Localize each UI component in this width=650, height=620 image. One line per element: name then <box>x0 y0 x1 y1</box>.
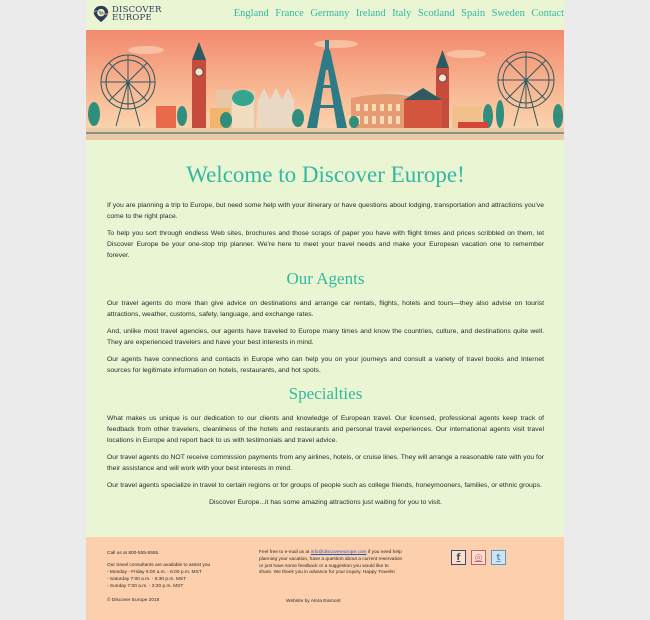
specialties-paragraph-2: Our travel agents do NOT receive commiss… <box>107 454 544 472</box>
main-nav: England France Germany Ireland Italy Sco… <box>227 8 564 19</box>
specialties-paragraph-3: Our travel agents specialize in travel t… <box>107 482 542 489</box>
agents-paragraph-2: And, unlike most travel agencies, our ag… <box>107 328 544 346</box>
copyright: © Discover Europe 2018 <box>107 598 160 603</box>
page: DISCOVER EUROPE England France Germany I… <box>86 0 564 620</box>
closing-line: Discover Europe...it has some amazing at… <box>209 499 442 506</box>
site-header: DISCOVER EUROPE England France Germany I… <box>86 0 564 30</box>
nav-link-contact[interactable]: Contact <box>531 8 564 19</box>
email-link[interactable]: info@discovereurope.com <box>311 550 367 555</box>
page-title: Welcome to Discover Europe! <box>186 162 465 187</box>
agents-heading: Our Agents <box>286 269 365 288</box>
hero-banner-image <box>86 30 564 140</box>
website-credit: Website by Alora Eismont <box>286 599 341 604</box>
nav-link-scotland[interactable]: Scotland <box>418 8 455 19</box>
hours-weekday: - Monday - Friday 6:00 a.m. - 6:00 p.m. … <box>107 570 202 575</box>
logo-text: DISCOVER EUROPE <box>112 6 162 23</box>
main-content: Welcome to Discover Europe! If you are p… <box>86 162 564 508</box>
intro-paragraph-2: To help you sort through endless Web sit… <box>107 230 544 259</box>
nav-link-germany[interactable]: Germany <box>310 8 349 19</box>
hours-title: Our travel consultants are available to … <box>107 563 211 568</box>
agents-paragraph-3: Our agents have connections and contacts… <box>107 356 544 374</box>
specialties-paragraph-1: What makes us unique is our dedication t… <box>107 415 544 444</box>
footer-contact: Call us at 800-555-5555. Our travel cons… <box>107 550 247 604</box>
nav-link-sweden[interactable]: Sweden <box>492 8 525 19</box>
intro-paragraph-1: If you are planning a trip to Europe, bu… <box>107 202 544 220</box>
hours-saturday: - Saturday 7:00 a.m. - 5:30 p.m. MST <box>107 577 187 582</box>
facebook-icon[interactable]: f <box>451 550 466 565</box>
nav-link-ireland[interactable]: Ireland <box>356 8 386 19</box>
nav-link-england[interactable]: England <box>234 8 269 19</box>
phone-text: Call us at 800-555-5555. <box>107 551 160 556</box>
hours-sunday: - Sunday 7:00 a.m. - 3:30 p.m. MST <box>107 584 184 589</box>
instagram-icon[interactable]: ◎ <box>471 550 486 565</box>
site-logo[interactable]: DISCOVER EUROPE <box>92 5 162 23</box>
agents-paragraph-1: Our travel agents do more than give advi… <box>107 300 544 318</box>
nav-link-france[interactable]: France <box>275 8 304 19</box>
nav-link-italy[interactable]: Italy <box>392 8 411 19</box>
twitter-icon[interactable]: t <box>491 550 506 565</box>
social-links: f ◎ t <box>451 550 511 565</box>
footer-email-note: Feel free to e-mail us at info@discovere… <box>259 550 403 577</box>
logo-line-2: EUROPE <box>112 13 152 23</box>
nav-link-spain[interactable]: Spain <box>461 8 485 19</box>
map-pin-globe-icon <box>93 5 109 23</box>
email-prefix: Feel free to e-mail us at <box>259 550 311 555</box>
site-footer: Call us at 800-555-5555. Our travel cons… <box>86 537 564 620</box>
specialties-heading: Specialties <box>288 384 363 403</box>
